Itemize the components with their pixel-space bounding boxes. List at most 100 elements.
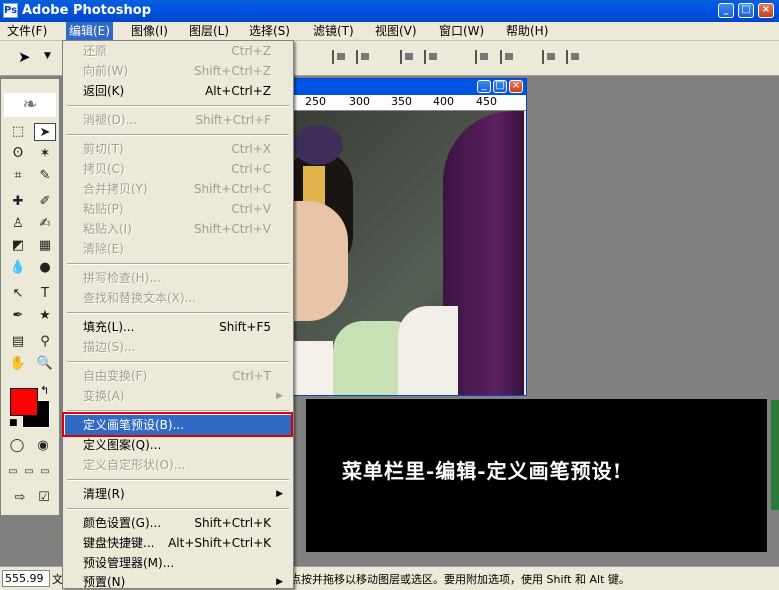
gradient-tool-icon[interactable]: ▦ (34, 237, 56, 255)
swap-colors-icon[interactable]: ↰ (40, 384, 49, 397)
image-collar (293, 341, 333, 395)
chevron-down-icon[interactable]: ▼ (44, 51, 51, 61)
menu-item-find-replace[interactable]: 查找和替换文本(X)... (65, 288, 291, 308)
align-vcenter-icon[interactable] (356, 50, 374, 64)
close-icon[interactable]: × (758, 3, 774, 18)
distribute-hcenter-icon[interactable] (566, 50, 584, 64)
menu-item-preferences[interactable]: 预置(N) ▶ (65, 572, 291, 588)
screen-mode-3-icon[interactable]: ▭ (37, 463, 53, 481)
menu-item-paste-into[interactable]: 粘贴入(I) Shift+Ctrl+V (65, 219, 291, 239)
shape-tool-icon[interactable]: ★ (34, 307, 56, 325)
menu-filter[interactable]: 滤镜(T) (310, 22, 357, 40)
menu-edit[interactable]: 编辑(E) (66, 22, 113, 40)
marquee-tool-icon[interactable]: ⬚ (7, 123, 29, 141)
menu-separator (67, 361, 289, 363)
menu-separator (67, 479, 289, 481)
lasso-tool-icon[interactable]: ʘ (7, 145, 29, 163)
notes-tool-icon[interactable]: ▤ (7, 333, 29, 351)
menu-item-define-custom-shape[interactable]: 定义自定形状(O)... (65, 455, 291, 475)
menu-item-step-backward[interactable]: 返回(K) Alt+Ctrl+Z (65, 81, 291, 101)
menu-item-define-brush-preset[interactable]: 定义画笔预设(B)... (65, 415, 291, 435)
document-title-bar[interactable]: _ □ × (293, 79, 526, 95)
menu-item-shortcut: Alt+Ctrl+Z (205, 84, 271, 98)
distribute-vcenter-icon[interactable] (500, 50, 518, 64)
eraser-tool-icon[interactable]: ◩ (7, 237, 29, 255)
doc-minimize-icon[interactable]: _ (477, 80, 491, 93)
edit-in-imageready-icon[interactable]: ☑ (33, 489, 55, 507)
menu-item-purge[interactable]: 清理(R) ▶ (65, 484, 291, 504)
path-select-icon[interactable]: ↖ (7, 285, 29, 303)
menu-window[interactable]: 窗口(W) (436, 22, 487, 40)
pen-tool-icon[interactable]: ✒ (7, 307, 29, 325)
submenu-arrow-icon: ▶ (276, 577, 283, 587)
screen-mode-2-icon[interactable]: ▭ (21, 463, 37, 481)
magic-wand-icon[interactable]: ✶ (34, 145, 56, 163)
menu-item-color-settings[interactable]: 颜色设置(G)... Shift+Ctrl+K (65, 513, 291, 533)
ruler-tick-label: 300 (349, 95, 370, 108)
menu-item-step-forward[interactable]: 向前(W) Shift+Ctrl+Z (65, 61, 291, 81)
distribute-left-icon[interactable] (542, 50, 560, 64)
menu-help[interactable]: 帮助(H) (503, 22, 551, 40)
menu-item-undo[interactable]: 还原 Ctrl+Z (65, 41, 291, 61)
menu-item-stroke[interactable]: 描边(S)... (65, 337, 291, 357)
menu-item-shortcut: Shift+Ctrl+F (195, 113, 271, 127)
menu-item-check-spelling[interactable]: 拼写检查(H)... (65, 268, 291, 288)
stamp-tool-icon[interactable]: ♙ (7, 215, 29, 233)
dodge-tool-icon[interactable]: ● (34, 259, 56, 277)
menu-item-define-pattern[interactable]: 定义图案(Q)... (65, 435, 291, 455)
doc-maximize-icon[interactable]: □ (493, 80, 507, 93)
menu-view[interactable]: 视图(V) (372, 22, 420, 40)
menu-item-free-transform[interactable]: 自由变换(F) Ctrl+T (65, 366, 291, 386)
doc-close-icon[interactable]: × (509, 80, 523, 93)
menu-file[interactable]: 文件(F) (4, 22, 50, 40)
slice-tool-icon[interactable]: ✎ (34, 167, 56, 185)
menu-item-paste[interactable]: 粘贴(P) Ctrl+V (65, 199, 291, 219)
menu-item-preset-manager[interactable]: 预设管理器(M)... (65, 553, 291, 573)
menu-item-keyboard-shortcuts[interactable]: 键盘快捷键... Alt+Shift+Ctrl+K (65, 533, 291, 553)
jump-to-imageready-icon[interactable]: ⇨ (9, 489, 31, 507)
menu-item-copy[interactable]: 拷贝(C) Ctrl+C (65, 159, 291, 179)
align-hcenter-icon[interactable] (424, 50, 442, 64)
menu-separator (67, 134, 289, 136)
menu-item-label: 填充(L)... (83, 320, 135, 334)
menu-item-fill[interactable]: 填充(L)... Shift+F5 (65, 317, 291, 337)
menu-item-label: 定义自定形状(O)... (83, 458, 186, 472)
menu-item-clear[interactable]: 清除(E) (65, 239, 291, 259)
menu-item-label: 拷贝(C) (83, 162, 125, 176)
align-top-icon[interactable] (332, 50, 350, 64)
default-colors-icon[interactable]: ■ (9, 418, 18, 428)
zoom-tool-icon[interactable]: 🔍 (34, 355, 56, 373)
type-tool-icon[interactable]: T (34, 285, 56, 303)
menu-item-shortcut: Shift+Ctrl+Z (194, 64, 271, 78)
eyedropper-icon[interactable]: ⚲ (34, 333, 56, 351)
menu-item-shortcut: Shift+F5 (219, 320, 271, 334)
foreground-color-swatch[interactable] (10, 388, 38, 416)
maximize-icon[interactable]: □ (738, 3, 754, 18)
menu-item-copy-merged[interactable]: 合并拷贝(Y) Shift+Ctrl+C (65, 179, 291, 199)
blur-tool-icon[interactable]: 💧 (7, 259, 29, 277)
canvas-image[interactable] (293, 111, 524, 395)
menu-bar: 文件(F) 编辑(E) 图像(I) 图层(L) 选择(S) 滤镜(T) 视图(V… (0, 22, 779, 41)
menu-select[interactable]: 选择(S) (246, 22, 293, 40)
crop-tool-icon[interactable]: ⌗ (7, 167, 29, 185)
minimize-icon[interactable]: _ (718, 3, 734, 18)
move-tool-icon[interactable]: ➤ (34, 123, 56, 141)
distribute-top-icon[interactable] (475, 50, 493, 64)
standard-mode-icon[interactable]: ◯ (7, 437, 27, 455)
menu-item-fade[interactable]: 消褪(D)... Shift+Ctrl+F (65, 110, 291, 130)
healing-brush-icon[interactable]: ✚ (7, 193, 29, 211)
screen-mode-1-icon[interactable]: ▭ (5, 463, 21, 481)
menu-item-cut[interactable]: 剪切(T) Ctrl+X (65, 139, 291, 159)
hand-tool-icon[interactable]: ✋ (7, 355, 29, 373)
brush-tool-icon[interactable]: ✐ (34, 193, 56, 211)
zoom-field[interactable]: 555.99 (2, 570, 50, 587)
quick-mask-icon[interactable]: ◉ (33, 437, 53, 455)
menu-item-transform[interactable]: 变换(A) ▶ (65, 386, 291, 406)
menu-image[interactable]: 图像(I) (128, 22, 171, 40)
menu-layer[interactable]: 图层(L) (186, 22, 232, 40)
history-brush-icon[interactable]: ✍ (34, 215, 56, 233)
feather-logo-icon: ❧ (4, 93, 56, 117)
desktop-edge (771, 400, 779, 510)
move-tool-preset-icon[interactable]: ➤ (18, 48, 31, 66)
align-left-icon[interactable] (400, 50, 418, 64)
